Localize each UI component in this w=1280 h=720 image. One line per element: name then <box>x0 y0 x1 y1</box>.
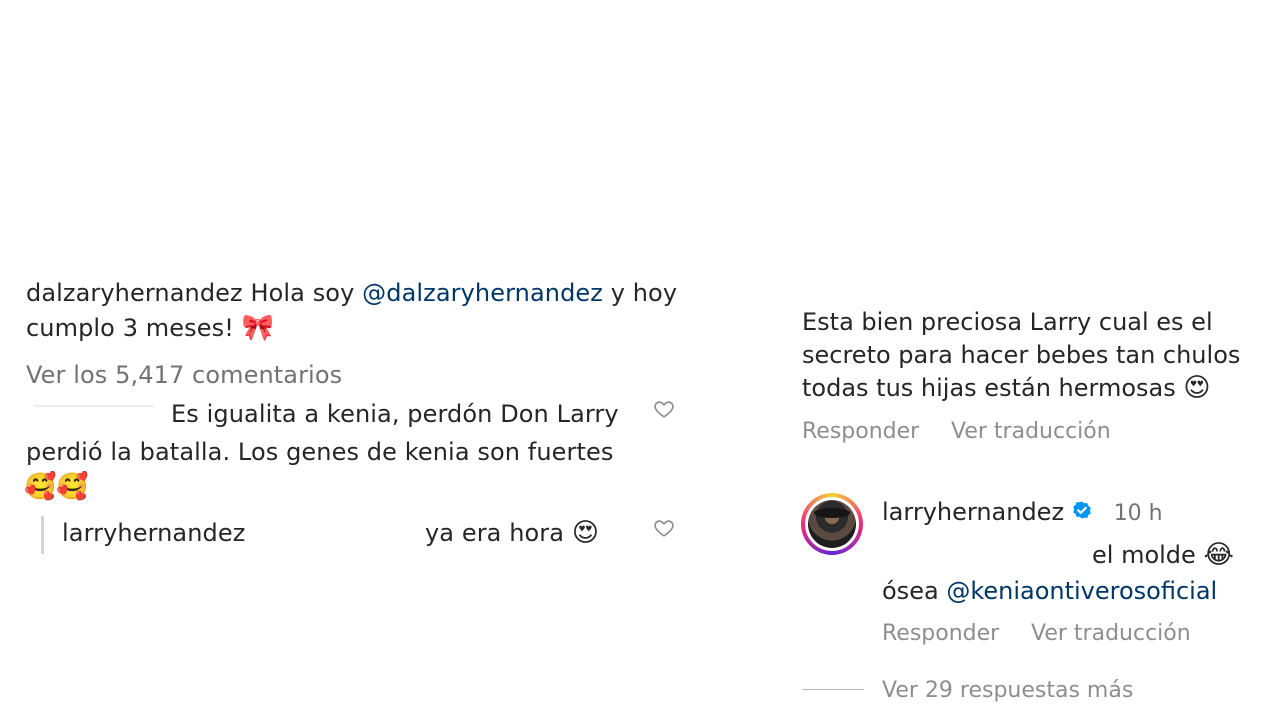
caption-text-before: Hola soy <box>250 279 355 307</box>
reply-line1: el molde 😂 <box>1092 539 1234 572</box>
caption-text-after: y hoy <box>610 279 678 307</box>
reply-button[interactable]: Responder <box>802 419 919 444</box>
avatar[interactable] <box>801 493 863 555</box>
comment1-line1: Es igualita a kenia, perdón Don Larry <box>171 400 619 428</box>
right-comment-line1: Esta bien preciosa Larry cual es el <box>802 308 1213 336</box>
caption-line-2: cumplo 3 meses! 🎀 <box>26 314 274 342</box>
avatar-ring-gap <box>805 497 859 551</box>
heart-eyes-emoji: 😍 <box>1183 373 1211 403</box>
view-more-replies-button[interactable]: Ver 29 respuestas más <box>882 678 1133 703</box>
avatar-photo <box>808 500 856 548</box>
avatar-hat <box>814 508 850 518</box>
caption-line2: cumplo 3 meses! <box>26 314 234 342</box>
reply1-like-heart-icon[interactable] <box>653 517 675 539</box>
right-comment-line3-text: todas tus hijas están hermosas <box>802 374 1176 402</box>
heart-eyes-emoji: 😍 <box>571 518 600 548</box>
comment1-line2: perdió la batalla. Los genes de kenia so… <box>26 438 614 466</box>
right-comment-line3: todas tus hijas están hermosas 😍 <box>802 372 1210 405</box>
reply-line2-prefix: ósea <box>882 577 939 605</box>
more-replies-divider <box>802 689 864 690</box>
reply-line2: ósea @keniaontiverosoficial <box>882 575 1217 608</box>
reply-username[interactable]: larryhernandez <box>882 498 1064 526</box>
reply-line1-text: el molde <box>1092 541 1196 569</box>
see-translation-button[interactable]: Ver traducción <box>951 419 1111 444</box>
view-comments-link[interactable]: Ver los 5,417 comentarios <box>26 361 342 389</box>
reply1-username[interactable]: larryhernandez <box>62 519 245 547</box>
comment1-emojis: 🥰🥰 <box>24 472 89 502</box>
reply1-text-content: ya era hora <box>425 519 565 547</box>
reply-thread-rail <box>41 516 44 554</box>
laughing-emoji: 😂 <box>1203 540 1234 570</box>
verified-badge-icon <box>1070 500 1094 524</box>
reply-reply-button[interactable]: Responder <box>882 621 999 646</box>
right-comment-line2: secreto para hacer bebes tan chulos <box>802 341 1241 369</box>
reply-timestamp: 10 h <box>1113 501 1163 526</box>
redacted-username <box>34 405 154 407</box>
reply-see-translation-button[interactable]: Ver traducción <box>1031 621 1191 646</box>
caption-username[interactable]: dalzaryhernandez <box>26 279 243 307</box>
comment1-like-heart-icon[interactable] <box>653 398 675 420</box>
caption-mention[interactable]: @dalzaryhernandez <box>362 279 603 307</box>
reply-header: larryhernandez 10 h <box>882 496 1163 530</box>
reply1-text: ya era hora 😍 <box>425 519 599 547</box>
caption-line-1: dalzaryhernandez Hola soy @dalzaryhernan… <box>26 279 677 307</box>
reply-mention[interactable]: @keniaontiverosoficial <box>946 577 1217 605</box>
ribbon-emoji: 🎀 <box>241 313 275 343</box>
